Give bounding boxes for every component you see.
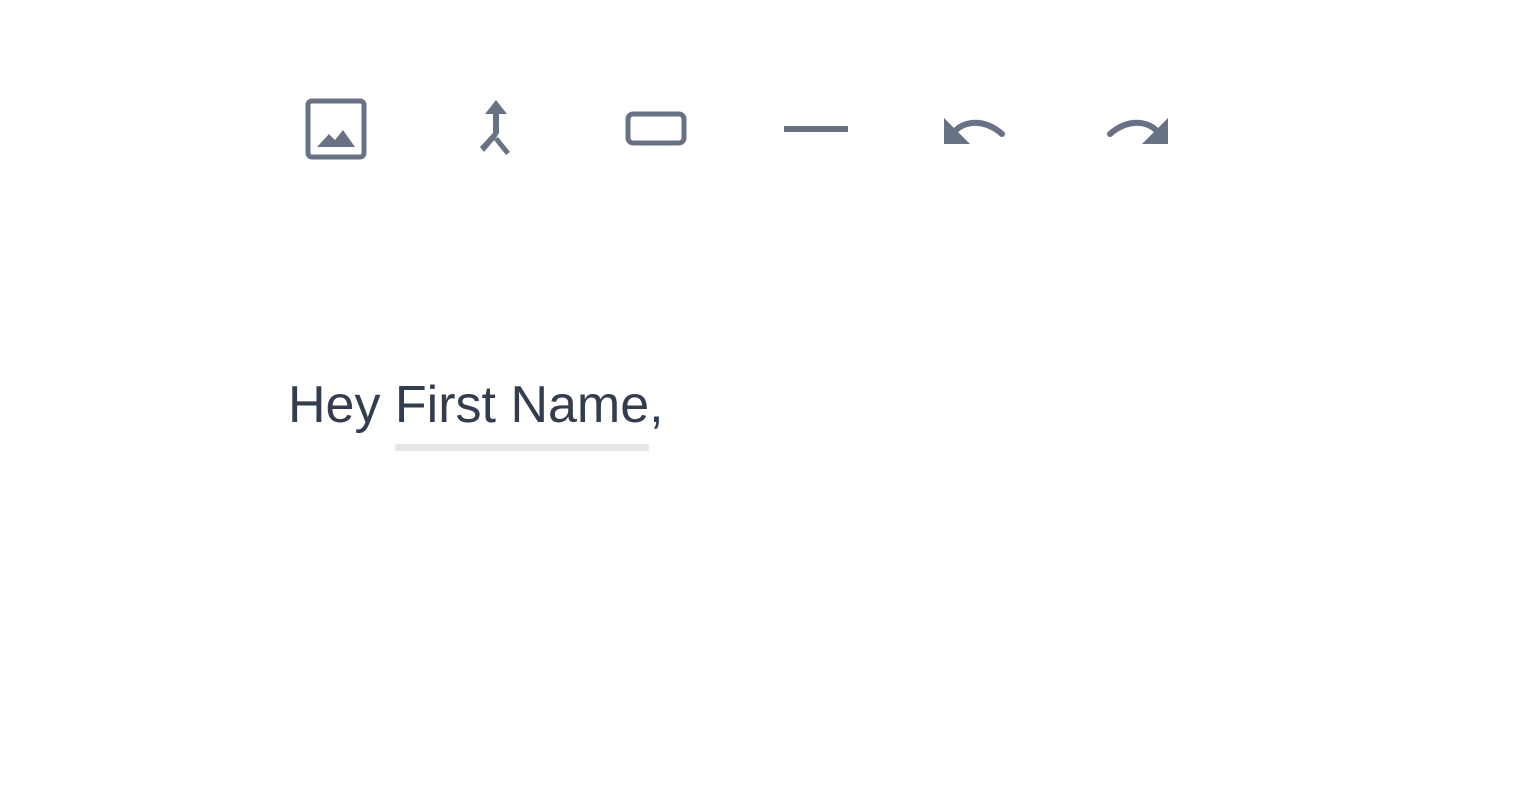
greeting-suffix: , xyxy=(649,376,664,434)
image-icon xyxy=(305,98,367,160)
undo-icon xyxy=(944,118,1005,144)
first-name-merge-tag[interactable]: First Name xyxy=(394,370,650,451)
greeting-line[interactable]: Hey First Name, xyxy=(288,370,1288,451)
insert-button-block-button[interactable] xyxy=(616,89,696,169)
insert-merge-tag-button[interactable] xyxy=(456,89,536,169)
insert-divider-button[interactable] xyxy=(776,89,856,169)
undo-button[interactable] xyxy=(936,89,1016,169)
email-body-editor[interactable]: Hey First Name, xyxy=(288,370,1288,470)
merge-icon xyxy=(480,100,510,155)
editor-toolbar xyxy=(276,89,1236,169)
divider-icon xyxy=(784,126,848,132)
button-icon xyxy=(625,111,687,146)
redo-icon xyxy=(1107,118,1168,144)
greeting-prefix: Hey xyxy=(288,376,395,434)
redo-button[interactable] xyxy=(1096,89,1176,169)
insert-image-button[interactable] xyxy=(296,89,376,169)
